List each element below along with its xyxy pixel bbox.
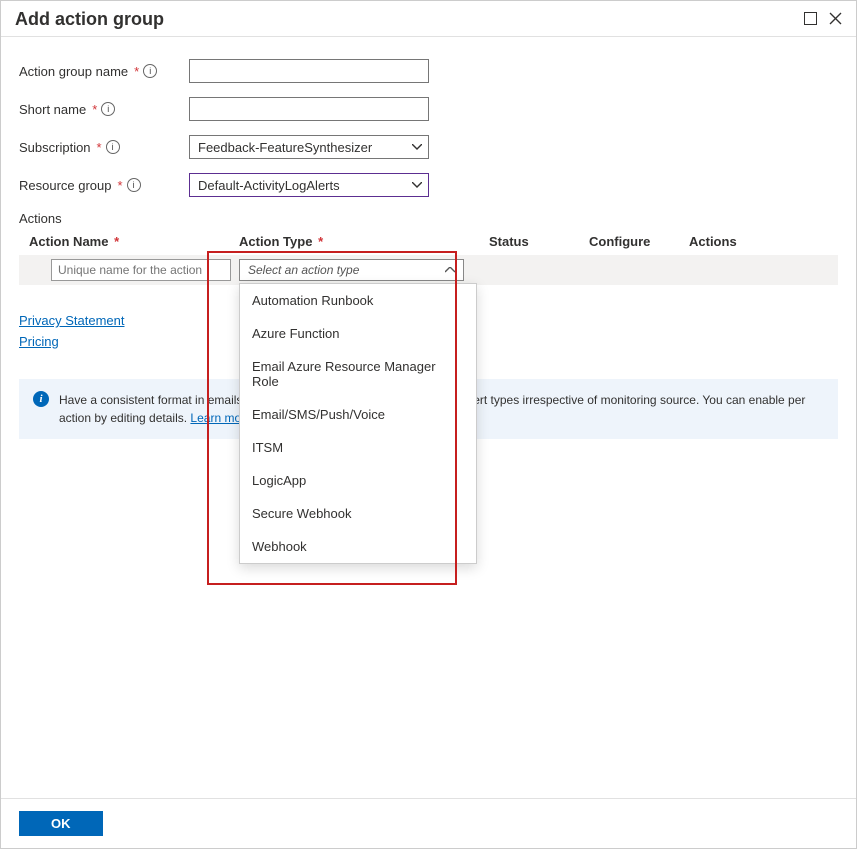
close-icon[interactable]: [829, 12, 842, 28]
action-type-placeholder: Select an action type: [248, 263, 359, 277]
short-name-label: Short name* i: [19, 102, 189, 117]
chevron-up-icon: [445, 264, 455, 276]
action-group-name-label: Action group name* i: [19, 64, 189, 79]
info-icon[interactable]: i: [101, 102, 115, 116]
action-type-option[interactable]: Webhook: [240, 530, 476, 563]
col-action-name: Action Name *: [19, 234, 239, 249]
resource-group-value: Default-ActivityLogAlerts: [198, 178, 340, 193]
maximize-icon[interactable]: [804, 12, 817, 28]
action-type-option[interactable]: LogicApp: [240, 464, 476, 497]
resource-group-select[interactable]: Default-ActivityLogAlerts: [189, 173, 429, 197]
chevron-down-icon: [412, 141, 422, 153]
action-type-select[interactable]: Select an action type: [239, 259, 464, 281]
info-icon[interactable]: i: [106, 140, 120, 154]
action-type-option[interactable]: Automation Runbook: [240, 284, 476, 317]
subscription-value: Feedback-FeatureSynthesizer: [198, 140, 372, 155]
action-type-option[interactable]: Email Azure Resource Manager Role: [240, 350, 476, 398]
info-icon[interactable]: i: [127, 178, 141, 192]
action-type-dropdown[interactable]: Automation RunbookAzure FunctionEmail Az…: [239, 283, 477, 564]
info-icon: i: [33, 391, 49, 407]
panel-title: Add action group: [15, 9, 164, 30]
actions-table: Action Name * Action Type * Status Confi…: [19, 234, 838, 285]
subscription-select[interactable]: Feedback-FeatureSynthesizer: [189, 135, 429, 159]
col-actions: Actions: [689, 234, 838, 249]
action-type-option[interactable]: Azure Function: [240, 317, 476, 350]
col-status: Status: [489, 234, 589, 249]
action-name-input[interactable]: [51, 259, 231, 281]
subscription-label: Subscription* i: [19, 140, 189, 155]
resource-group-label: Resource group* i: [19, 178, 189, 193]
ok-button[interactable]: OK: [19, 811, 103, 836]
col-configure: Configure: [589, 234, 689, 249]
table-row: Select an action type Automation Runbook…: [19, 255, 838, 285]
action-group-name-input[interactable]: [189, 59, 429, 83]
titlebar: Add action group: [1, 1, 856, 37]
actions-section-label: Actions: [19, 211, 838, 226]
chevron-down-icon: [412, 179, 422, 191]
short-name-input[interactable]: [189, 97, 429, 121]
action-type-option[interactable]: ITSM: [240, 431, 476, 464]
col-action-type: Action Type *: [239, 234, 489, 249]
action-type-option[interactable]: Email/SMS/Push/Voice: [240, 398, 476, 431]
action-type-option[interactable]: Secure Webhook: [240, 497, 476, 530]
info-icon[interactable]: i: [143, 64, 157, 78]
